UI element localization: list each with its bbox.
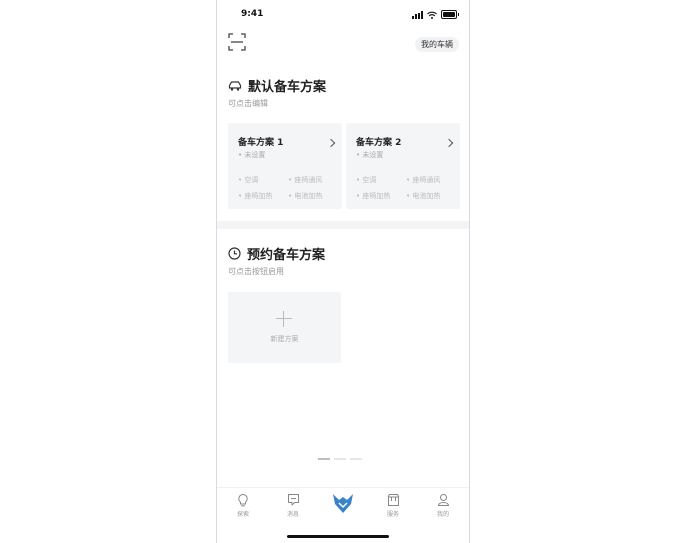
plan-card-title: 备车方案 2 (356, 138, 402, 148)
plan-feature-list: 空调 座椅通风 座椅加热 电池加热 (356, 175, 456, 201)
default-plan-subtitle: 可点击编辑 (228, 99, 268, 108)
plus-icon (276, 311, 292, 327)
plan-status: 未设置 (238, 150, 265, 160)
page-dot (334, 458, 346, 460)
tab-profile[interactable]: 我的 (428, 493, 458, 518)
tab-service[interactable]: 服务 (378, 493, 408, 518)
brand-logo-icon (333, 494, 353, 513)
feature-item: 空调 (238, 175, 288, 185)
scheduled-plan-subtitle: 可点击按钮启用 (228, 267, 284, 276)
status-time: 9:41 (241, 9, 264, 19)
signal-icon (412, 10, 423, 19)
page-dot-active (318, 458, 330, 460)
tab-explore[interactable]: 探索 (228, 493, 258, 518)
feature-item: 座椅通风 (406, 175, 456, 185)
plan-card-title: 备车方案 1 (238, 138, 284, 148)
chevron-right-icon (444, 138, 454, 148)
scan-icon[interactable] (228, 33, 246, 51)
phone-screen: 9:41 我的车辆 默认备车方案 可点击编辑 备车方案 1 未设置 (216, 0, 470, 543)
page-indicator (318, 458, 362, 460)
plan-card-2[interactable]: 备车方案 2 未设置 空调 座椅通风 座椅加热 电池加热 (346, 123, 460, 209)
chevron-right-icon (326, 138, 336, 148)
feature-item: 电池加热 (288, 191, 338, 201)
bulb-icon (238, 493, 248, 507)
default-plan-section-title: 默认备车方案 (228, 76, 326, 95)
feature-item: 座椅加热 (238, 191, 288, 201)
feature-item: 座椅加热 (356, 191, 406, 201)
plan-status: 未设置 (356, 150, 383, 160)
battery-icon (441, 10, 459, 19)
section-divider (217, 221, 469, 229)
home-indicator (287, 535, 389, 538)
clock-icon (228, 247, 241, 260)
message-icon (287, 494, 299, 506)
feature-item: 座椅通风 (288, 175, 338, 185)
plan-card-1[interactable]: 备车方案 1 未设置 空调 座椅通风 座椅加热 电池加热 (228, 123, 342, 209)
new-plan-label: 新建方案 (270, 335, 299, 343)
profile-icon (437, 494, 449, 506)
car-icon (228, 80, 242, 91)
scheduled-plan-section-title: 预约备车方案 (228, 244, 325, 263)
page-dot (350, 458, 362, 460)
feature-item: 电池加热 (406, 191, 456, 201)
plan-feature-list: 空调 座椅通风 座椅加热 电池加热 (238, 175, 338, 201)
new-plan-button[interactable]: 新建方案 (228, 292, 341, 363)
bottom-tab-bar: 探索 消息 服务 我的 (217, 487, 469, 543)
status-bar: 9:41 (217, 9, 469, 23)
my-vehicle-button[interactable]: 我的车辆 (415, 37, 459, 52)
store-icon (387, 494, 399, 506)
tab-messages[interactable]: 消息 (278, 493, 308, 518)
tab-home-brand[interactable] (328, 492, 358, 514)
wifi-icon (427, 11, 437, 19)
feature-item: 空调 (356, 175, 406, 185)
